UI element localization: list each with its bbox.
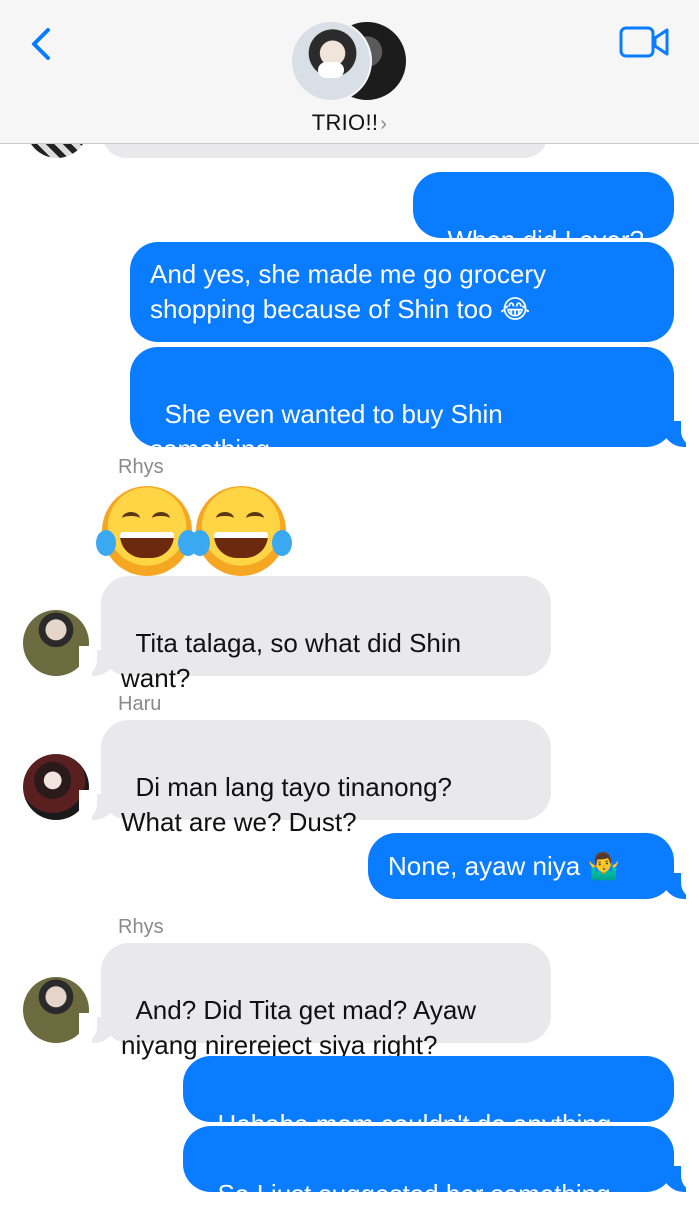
member-avatar [290,20,372,102]
message-bubble-outgoing[interactable]: So I just suggested her something [183,1126,674,1209]
message-bubble-outgoing[interactable]: She even wanted to buy Shin something [130,347,674,464]
group-name: TRIO!! [311,110,379,135]
chevron-left-icon [32,28,50,60]
video-call-button[interactable] [619,24,671,60]
sender-name: Rhys [118,456,164,478]
laughing-emoji-icon[interactable] [96,486,198,576]
message-bubble-outgoing[interactable]: And yes, she made me go grocery shopping… [130,242,674,342]
back-button[interactable] [26,24,56,64]
sender-name: Rhys [118,916,164,938]
message-bubble-outgoing[interactable]: None, ayaw niya 🤷‍♂️ [368,833,674,899]
message-text: And yes, she made me go grocery shopping… [150,259,546,324]
laughing-emoji-icon: 😂 [499,295,531,325]
group-avatar[interactable] [288,18,412,102]
group-name-button[interactable]: TRIO!! › [0,110,699,136]
message-text: Tita talaga, so what did Shin want? [121,628,462,693]
chevron-right-icon: › [380,113,388,135]
message-text: Di man lang tayo tinanong? What are we? … [121,772,452,837]
conversation-header: TRIO!! › [0,0,699,144]
laughing-emoji-icon[interactable] [190,486,292,576]
message-text: None, ayaw niya [388,851,588,881]
sender-name: Haru [118,693,162,715]
message-bubble-outgoing[interactable]: Hahaha mom couldn't do anything [183,1056,674,1139]
shrug-emoji-icon: 🤷‍♂️ [587,852,620,882]
message-text: She even wanted to buy Shin something [150,399,503,464]
message-bubble-incoming[interactable]: And? Did Tita get mad? Ayaw niyang nirer… [101,943,551,1060]
message-bubble-incoming[interactable]: Tita talaga, so what did Shin want? [101,576,551,693]
message-text: And? Did Tita get mad? Ayaw niyang nirer… [121,995,477,1060]
message-bubble-incoming[interactable]: Di man lang tayo tinanong? What are we? … [101,720,551,837]
video-camera-icon [619,26,669,58]
message-bubble-outgoing[interactable]: When did I ever? [413,172,674,255]
message-text: So I just suggested her something [217,1179,611,1209]
